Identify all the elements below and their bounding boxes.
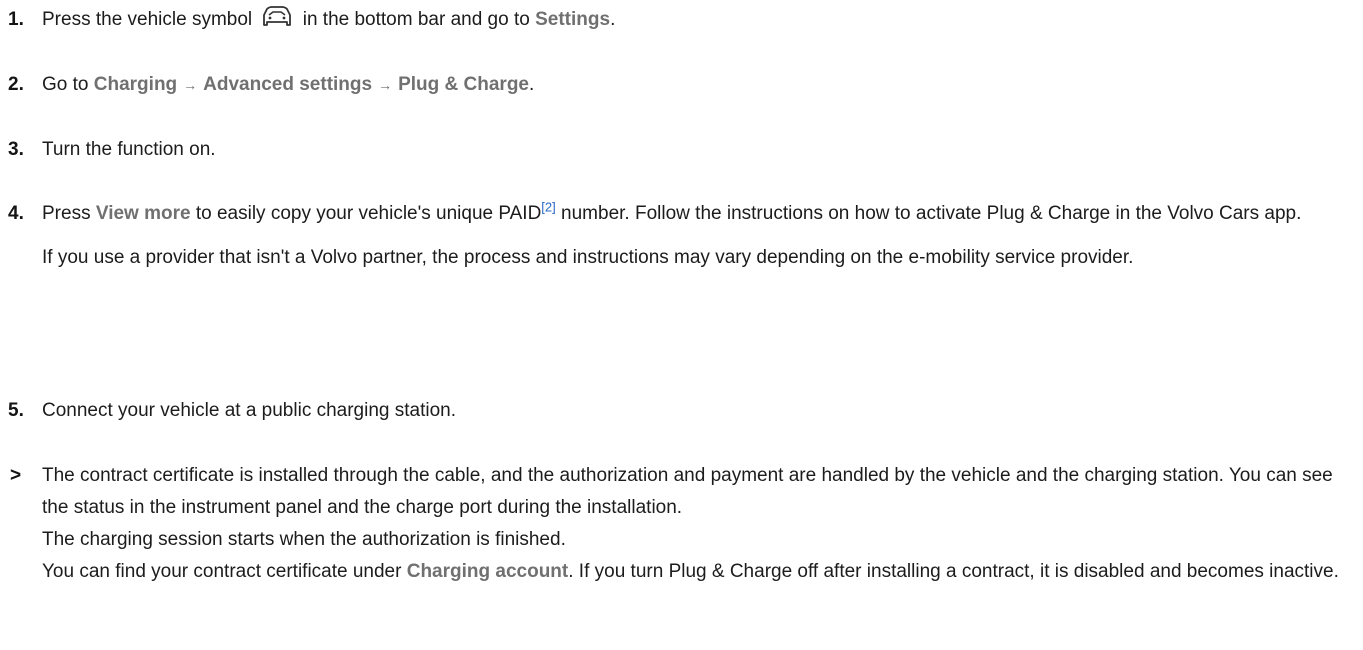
step-text-part: Press the vehicle symbol [42, 9, 253, 30]
step-text-part: . [529, 74, 535, 95]
step-text: Press the vehicle symbol in the bottom b… [42, 4, 1360, 40]
step-number: 4. [8, 203, 24, 224]
step-text: Press View more to easily copy your vehi… [42, 198, 1360, 230]
step-number: 1. [8, 9, 24, 30]
step-text-part: . [610, 9, 616, 30]
step-text-part: Press [42, 203, 91, 224]
step-text-part: in the bottom bar and go to [302, 9, 530, 30]
step-4: 4. Press View more to easily copy your v… [0, 198, 1360, 274]
step-note: If you use a provider that isn't a Volvo… [42, 247, 1134, 268]
car-icon [261, 5, 293, 40]
step-5: 5. Connect your vehicle at a public char… [0, 395, 1360, 427]
step-text-part: to easily copy your vehicle's unique PAI… [195, 203, 542, 224]
ui-label-plug-and-charge: Plug & Charge [398, 74, 529, 95]
footnote-link[interactable]: [2] [541, 200, 555, 215]
step-text: Connect your vehicle at a public chargin… [42, 400, 457, 421]
result-marker: > [10, 465, 22, 486]
step-text-part: Go to [42, 74, 89, 95]
step-number: 2. [8, 74, 24, 95]
step-text: Turn the function on. [42, 139, 216, 160]
result-line-3: You can find your contract certificate u… [42, 556, 1360, 588]
ui-label-settings: Settings [535, 9, 611, 30]
result-text-part: . If you turn Plug & Charge off after in… [568, 561, 1339, 582]
step-text-part: number. Follow the instructions on how t… [561, 203, 1302, 224]
result-line-1: The contract certificate is installed th… [42, 465, 1333, 518]
ui-label-advanced-settings: Advanced settings [203, 74, 373, 95]
instruction-document: 1. Press the vehicle symbol in the botto… [0, 0, 1363, 650]
ui-label-charging-account: Charging account [406, 561, 569, 582]
step-2: 2. Go to Charging → Advanced settings → Plug… [0, 69, 1360, 101]
step-number: 5. [8, 400, 24, 421]
result-line-2: The charging session starts when the aut… [42, 529, 566, 550]
ui-label-charging: Charging [93, 74, 178, 95]
step-3: 3. Turn the function on. [0, 134, 1360, 166]
step-result: > The contract certificate is installed … [0, 460, 1360, 588]
arrow-icon: → [183, 77, 198, 93]
ui-label-view-more: View more [95, 203, 191, 224]
step-text: Go to Charging → Advanced settings → Plug & … [42, 69, 1360, 101]
step-number: 3. [8, 139, 24, 160]
result-text: The contract certificate is installed th… [42, 460, 1360, 588]
arrow-icon: → [378, 77, 393, 93]
step-1: 1. Press the vehicle symbol in the botto… [0, 4, 1360, 40]
result-text-part: You can find your contract certificate u… [42, 561, 402, 582]
